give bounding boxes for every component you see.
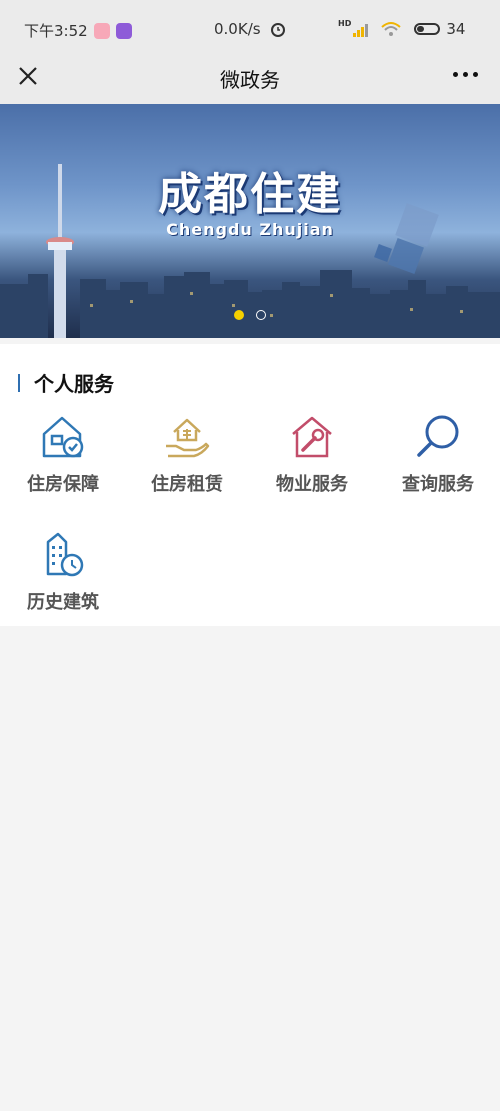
network-speed: 0.0K/s	[214, 20, 261, 38]
notification-app-icon	[115, 22, 132, 39]
service-property[interactable]: 物业服务	[252, 412, 372, 512]
dot	[473, 72, 478, 77]
dot	[463, 72, 468, 77]
service-label: 住房保障	[27, 474, 99, 495]
status-left: 下午3:52	[24, 20, 132, 41]
alarm-icon	[270, 23, 285, 37]
status-center: 0.0K/s	[214, 20, 287, 38]
house-check-icon	[42, 416, 84, 458]
carousel-indicator	[234, 310, 266, 320]
service-housing-rental[interactable]: 住房租赁	[127, 412, 247, 512]
section-title: 个人服务	[34, 372, 114, 396]
service-label: 物业服务	[276, 474, 348, 495]
search-icon	[417, 415, 459, 457]
banner-carousel[interactable]: 成都住建 Chengdu Zhujian	[0, 104, 500, 338]
service-housing-security[interactable]: 住房保障	[3, 412, 123, 512]
network-badge: HD	[338, 18, 352, 28]
dot	[453, 72, 458, 77]
status-right: HD 34	[338, 18, 466, 39]
signal-icon	[353, 21, 369, 37]
personal-services-section: 个人服务 住房保障 住房租赁 物业服务 查询服务 历史建筑	[0, 344, 500, 626]
house-wrench-icon	[292, 416, 332, 458]
status-bar: 下午3:52 0.0K/s HD 34	[0, 0, 500, 58]
wifi-icon	[381, 22, 402, 36]
section-accent-bar	[18, 373, 20, 392]
carousel-dot[interactable]	[256, 310, 266, 320]
service-label: 查询服务	[402, 474, 474, 495]
banner-subtitle: Chengdu Zhujian	[166, 220, 334, 239]
nav-bar: 微政务	[0, 58, 500, 104]
more-options-button[interactable]	[453, 72, 478, 77]
service-label: 历史建筑	[27, 592, 99, 613]
battery-icon	[414, 23, 441, 35]
banner-title: 成都住建	[158, 169, 342, 220]
notification-app-icon	[93, 22, 110, 39]
building-clock-icon	[46, 532, 84, 577]
battery-level: 34	[446, 20, 466, 38]
service-label: 住房租赁	[151, 474, 223, 495]
service-historic-buildings[interactable]: 历史建筑	[3, 530, 123, 630]
carousel-dot-active[interactable]	[234, 310, 244, 320]
hand-house-icon	[166, 418, 210, 458]
status-time: 下午3:52	[24, 22, 88, 40]
page-title: 微政务	[220, 68, 280, 92]
service-query[interactable]: 查询服务	[378, 412, 498, 512]
section-header: 个人服务	[18, 368, 114, 397]
